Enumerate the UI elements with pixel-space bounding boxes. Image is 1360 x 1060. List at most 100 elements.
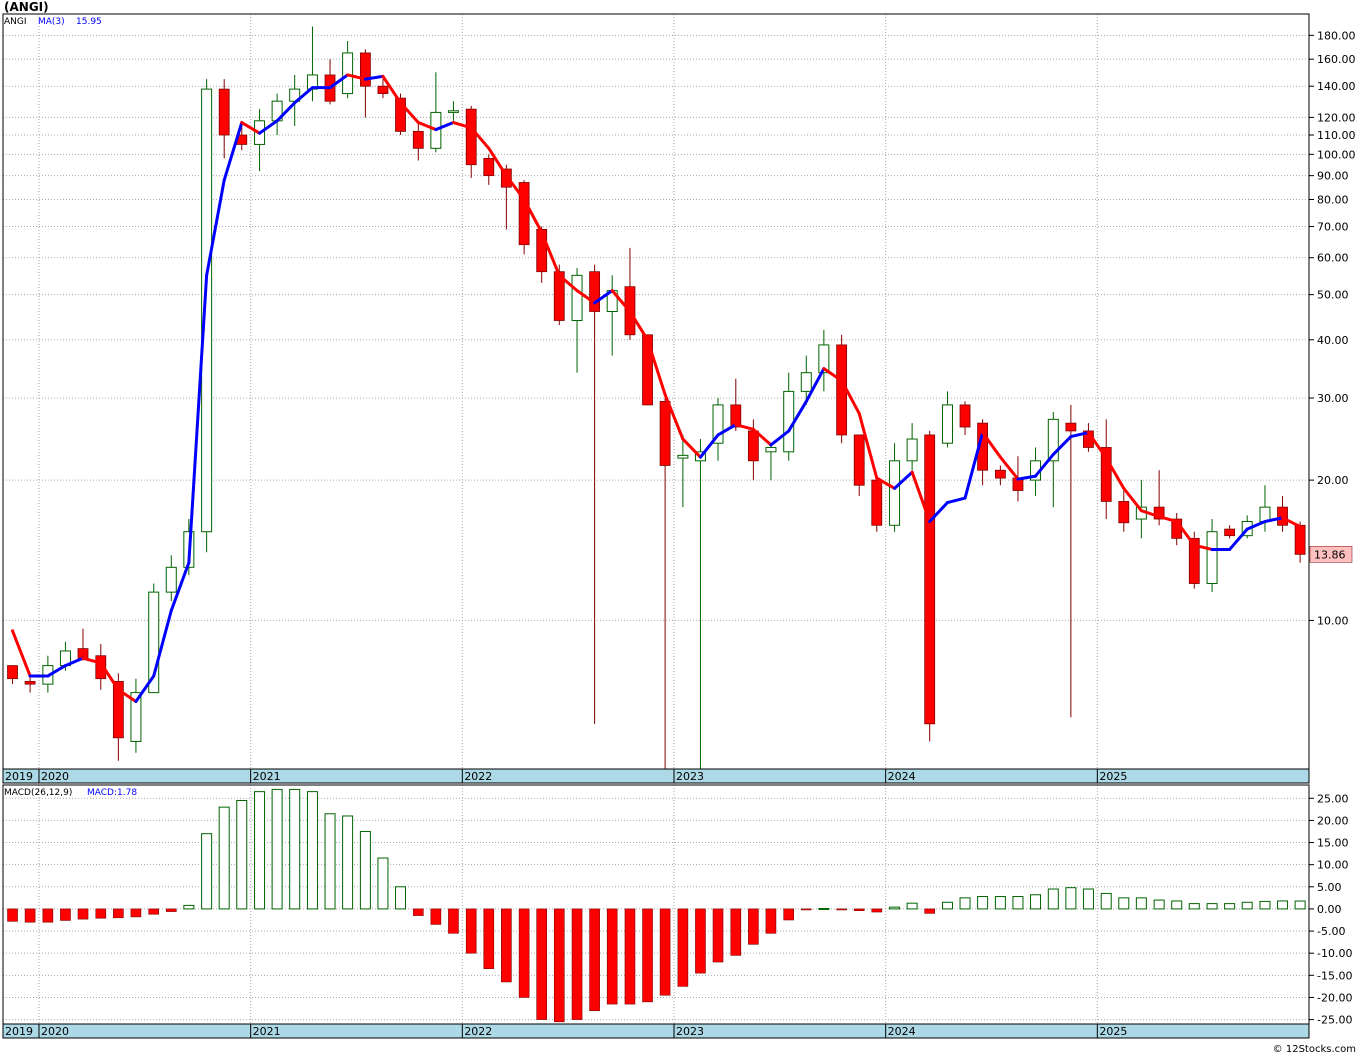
macd-bar-positive [1277, 900, 1289, 910]
macd-bar-positive [359, 830, 371, 910]
macd-grid [3, 785, 1309, 1024]
macd-bar-positive [395, 886, 407, 910]
candle-body-down [642, 334, 653, 406]
macd-bar-positive [1153, 899, 1165, 910]
candle-body-down [589, 271, 601, 312]
macd-bar-positive [201, 833, 213, 910]
macd-tick-label: -10.00 [1317, 947, 1352, 960]
macd-x-tick-label: 2023 [676, 1025, 704, 1038]
macd-tick-label: 20.00 [1317, 814, 1349, 827]
last-price-label: 13.86 [1314, 548, 1346, 561]
candle-body-up [571, 274, 583, 322]
macd-bar-positive [1118, 897, 1130, 910]
macd-bar-negative [77, 908, 89, 920]
ma-segment [681, 437, 702, 459]
macd-bar-positive [1241, 901, 1253, 910]
macd-tick-label: 15.00 [1317, 837, 1349, 850]
macd-x-tick-label: 2021 [253, 1025, 281, 1038]
macd-bar-negative [730, 908, 742, 956]
macd-bar-positive [941, 901, 953, 910]
chart-canvas: 10.00 20.00 30.00 40.00 50.00 60.00 70.00 80.00… [2, 0, 1356, 1055]
price-x-tick-label: 2022 [464, 770, 492, 783]
macd-bar-positive [1012, 896, 1024, 910]
macd-bar-negative [483, 908, 495, 969]
price-tick-label: 50.00 [1317, 289, 1349, 302]
macd-bar-negative [95, 908, 107, 919]
macd-tick-label: 25.00 [1317, 792, 1349, 805]
chart-title: (ANGI) [4, 0, 49, 14]
macd-bar-negative [571, 908, 583, 1020]
candle-body-up [889, 460, 901, 526]
macd-bar-positive [889, 906, 901, 910]
price-tick-label: 80.00 [1317, 193, 1349, 206]
macd-bar-negative [783, 908, 795, 921]
macd-tick-label: 10.00 [1317, 859, 1349, 872]
macd-bar-positive [218, 806, 230, 910]
macd-legend-value: MACD:1.78 [87, 788, 137, 798]
ma-segment [945, 496, 967, 505]
price-tick-label: 90.00 [1317, 170, 1349, 183]
macd-bar-negative [24, 908, 36, 923]
candle-body-down [659, 401, 671, 466]
candle-body-up [906, 438, 918, 462]
macd-bar-positive [994, 896, 1006, 910]
macd-bar-negative [748, 908, 759, 945]
macd-bar-negative [712, 908, 724, 963]
macd-bar-positive [1065, 887, 1077, 910]
macd-x-tick-label: 2019 [5, 1025, 33, 1038]
macd-bar-positive [818, 907, 830, 910]
macd-tick-label: -25.00 [1317, 1014, 1352, 1027]
ma-segment [698, 433, 720, 459]
macd-bar-negative [677, 908, 689, 987]
macd-bar-positive [1171, 900, 1183, 910]
macd-bar-positive [289, 788, 301, 910]
price-x-axis: 2019 2020 2021 2022 2023 2024 2025 [2, 768, 1310, 784]
candle-body-down [7, 665, 18, 680]
legend-ma-label: MA(3) [38, 17, 65, 27]
candle-body-down [412, 130, 424, 149]
candle-body-down [1065, 422, 1077, 432]
macd-x-tick-label: 2024 [888, 1025, 916, 1038]
macd-bar-negative [113, 908, 124, 919]
macd-bar-negative [448, 908, 459, 934]
macd-bar-negative [924, 908, 935, 914]
macd-bar-negative [695, 908, 706, 974]
candle-body-up [765, 446, 777, 453]
candle-body-down [1294, 524, 1306, 555]
macd-bar-negative [765, 908, 777, 934]
price-tick-label: 20.00 [1317, 474, 1349, 487]
macd-bar-positive [306, 791, 318, 910]
macd-bar-positive [1206, 903, 1218, 910]
price-x-tick-label: 2019 [5, 770, 33, 783]
price-tick-label: 120.00 [1317, 111, 1356, 124]
macd-bar-negative [465, 908, 477, 954]
candle-body-down [359, 52, 371, 87]
macd-bar-positive [1100, 892, 1112, 910]
candle-body-down [465, 108, 477, 166]
macd-tick-label: -5.00 [1317, 925, 1345, 938]
macd-bar-positive [1030, 894, 1042, 910]
candle-body-down [1277, 506, 1288, 526]
macd-x-tick-label: 2022 [464, 1025, 492, 1038]
legend-ma-value: 15.95 [76, 17, 102, 27]
price-tick-label: 70.00 [1317, 221, 1349, 234]
macd-bar-negative [148, 908, 160, 915]
price-tick-label: 140.00 [1317, 80, 1356, 93]
price-x-tick-label: 2025 [1099, 770, 1127, 783]
candle-body-up [447, 110, 459, 113]
candle-body-down [218, 88, 230, 136]
macd-bar-negative [871, 908, 883, 913]
candle-body-up [941, 404, 953, 444]
macd-bar-positive [906, 902, 918, 910]
candle-body-down [871, 479, 883, 526]
price-x-tick-label: 2024 [888, 770, 916, 783]
macd-bar-negative [800, 908, 812, 911]
macd-bar-positive [1259, 900, 1271, 910]
macd-bar-positive [959, 897, 971, 910]
macd-bar-positive [342, 815, 354, 910]
macd-bars [7, 788, 1306, 1023]
macd-x-tick-label: 2025 [1099, 1025, 1127, 1038]
candle-body-down [1118, 501, 1130, 524]
macd-bar-negative [430, 908, 442, 925]
macd-bar-positive [254, 791, 266, 910]
